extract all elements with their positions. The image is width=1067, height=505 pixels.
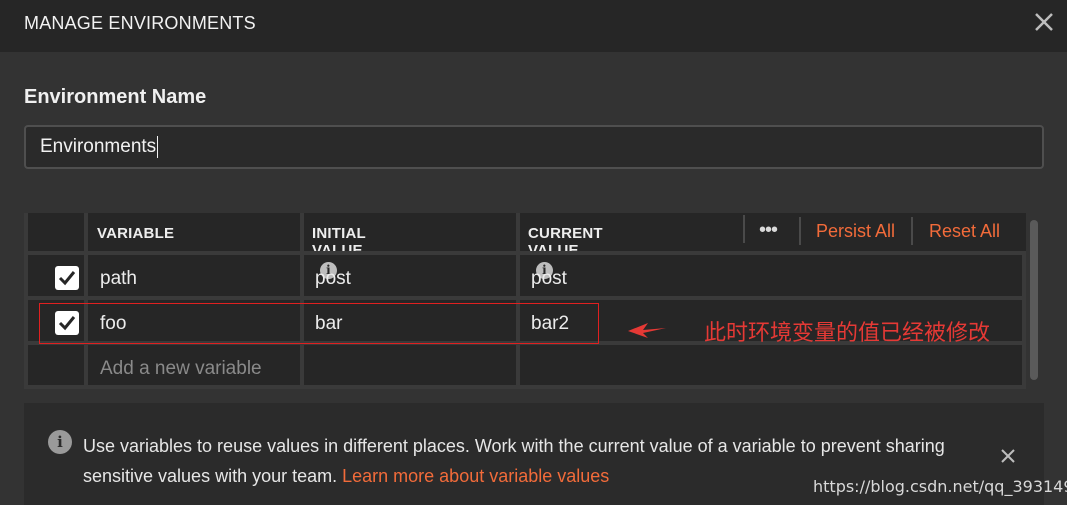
initial-value-cell[interactable]: post xyxy=(315,268,351,290)
title-bar: MANAGE ENVIRONMENTS xyxy=(0,0,1067,52)
info-icon: i xyxy=(48,430,72,454)
reset-all-button[interactable]: Reset All xyxy=(929,221,1000,242)
environment-name-input[interactable]: Environments xyxy=(24,125,1044,169)
arrow-left-icon xyxy=(628,323,666,338)
header-divider xyxy=(743,215,745,243)
persist-all-button[interactable]: Persist All xyxy=(816,221,895,242)
text-caret xyxy=(157,135,159,158)
environment-name-value: Environments xyxy=(40,136,157,157)
grid-line xyxy=(24,213,28,389)
learn-more-link[interactable]: Learn more about variable values xyxy=(342,466,609,486)
grid-line xyxy=(24,296,1026,300)
close-icon[interactable] xyxy=(1030,8,1058,36)
grid-line xyxy=(300,213,304,389)
variables-table: VARIABLE INITIAL VALUEi CURRENT VALUEi •… xyxy=(24,213,1026,389)
environment-name-label: Environment Name xyxy=(24,86,207,108)
window-title: MANAGE ENVIRONMENTS xyxy=(24,13,256,33)
grid-line xyxy=(516,213,520,389)
annotation-text: 此时环境变量的值已经被修改 xyxy=(704,321,991,346)
table-scrollbar[interactable] xyxy=(1030,220,1038,380)
grid-line xyxy=(24,385,1026,389)
variable-cell[interactable]: path xyxy=(100,268,137,290)
check-icon xyxy=(58,271,76,286)
watermark: https://blog.csdn.net/qq_39314932 xyxy=(813,477,1067,496)
grid-line xyxy=(1022,253,1026,389)
header-divider xyxy=(799,217,801,245)
row-checkbox[interactable] xyxy=(55,266,79,290)
header-divider xyxy=(911,217,913,245)
header-variable: VARIABLE xyxy=(97,225,175,242)
new-variable-input[interactable]: Add a new variable xyxy=(100,358,262,380)
more-options-icon[interactable]: ••• xyxy=(759,219,785,241)
grid-line xyxy=(24,251,1026,255)
close-icon[interactable] xyxy=(999,447,1017,465)
current-value-cell[interactable]: post xyxy=(531,268,567,290)
highlight-box xyxy=(39,303,599,344)
grid-line xyxy=(84,213,88,389)
